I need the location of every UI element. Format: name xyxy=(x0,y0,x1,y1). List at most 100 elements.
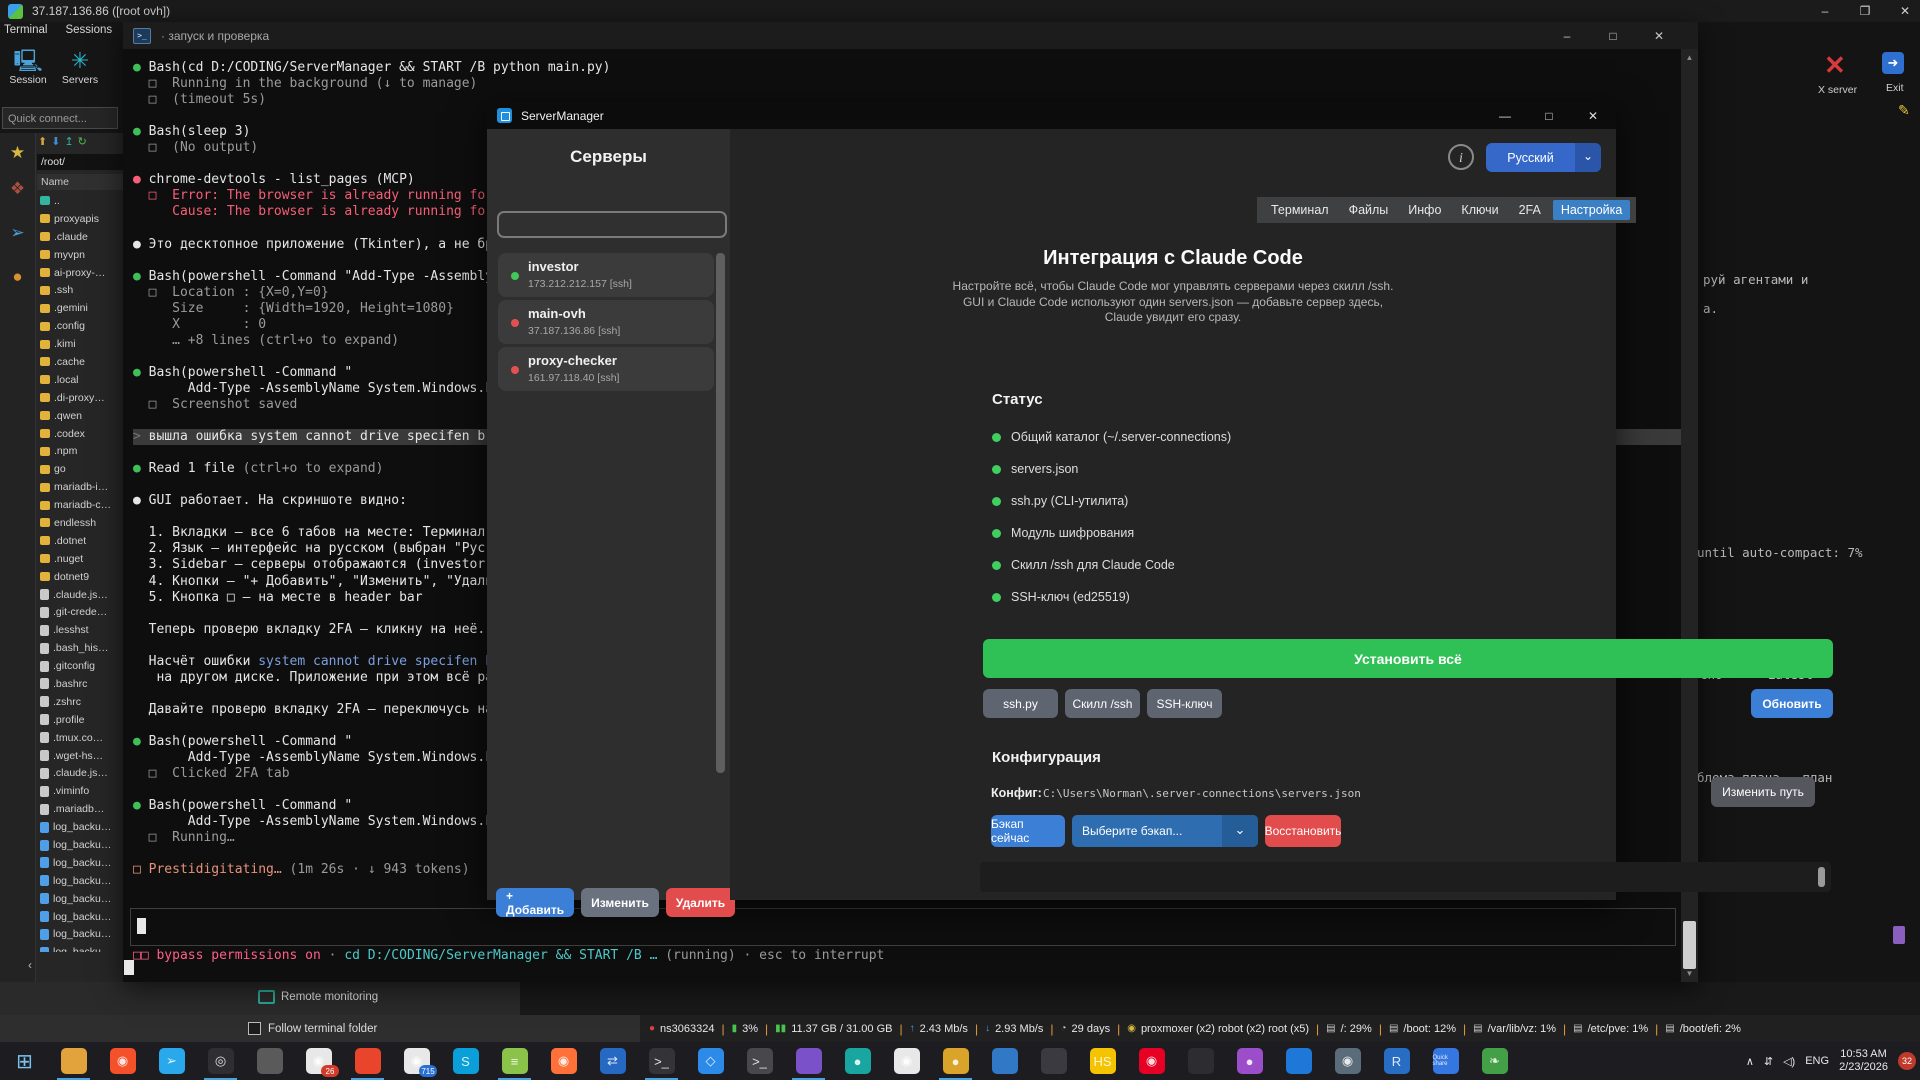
tab-2fa[interactable]: 2FA xyxy=(1511,200,1549,220)
file-row[interactable]: .bashrc xyxy=(37,675,123,693)
follow-terminal-folder-checkbox[interactable]: Follow terminal folder xyxy=(248,1022,377,1035)
scroll-down-icon[interactable]: ▼ xyxy=(1681,969,1698,978)
terminal-scrollbar[interactable]: ▲ ▼ xyxy=(1681,49,1698,982)
info-button[interactable]: i xyxy=(1448,144,1474,170)
server-item-main-ovh[interactable]: main-ovh 37.187.136.86 [ssh] xyxy=(498,300,714,344)
upload-icon[interactable]: ↥ xyxy=(64,135,73,148)
file-row[interactable]: .. xyxy=(37,192,123,210)
file-row[interactable]: .npm xyxy=(37,442,123,460)
file-row[interactable]: .codex xyxy=(37,425,123,443)
start-button[interactable]: ⊞ xyxy=(0,1042,49,1080)
toolbar-session-button[interactable]: 🖳 Session xyxy=(2,48,54,86)
servermanager-titlebar[interactable]: ServerManager — □ ✕ xyxy=(487,102,1616,129)
keyboard-language[interactable]: ENG xyxy=(1805,1055,1829,1067)
x-server-icon[interactable]: ✕ xyxy=(1824,50,1846,81)
scroll-up-icon[interactable]: ▲ xyxy=(1681,53,1698,62)
file-row[interactable]: .local xyxy=(37,371,123,389)
refresh-button[interactable]: Обновить xyxy=(1751,689,1833,718)
file-row[interactable]: .qwen xyxy=(37,407,123,425)
pin-app[interactable]: ◉ xyxy=(1127,1042,1176,1080)
file-row[interactable]: .claude xyxy=(37,228,123,246)
toolbar-servers-button[interactable]: ✳ Servers xyxy=(54,48,106,86)
mobaxterm-maximize-button[interactable]: ❐ xyxy=(1856,4,1874,18)
install-all-button[interactable]: Установить всё xyxy=(983,639,1833,678)
file-row[interactable]: .claude.js… xyxy=(37,765,123,783)
app-skyblue[interactable]: S xyxy=(441,1042,490,1080)
file-row[interactable]: .nuget xyxy=(37,550,123,568)
menu-sessions[interactable]: Sessions xyxy=(65,24,112,36)
r-studio[interactable]: R xyxy=(1372,1042,1421,1080)
exit-icon[interactable]: ➜ xyxy=(1882,52,1904,74)
tab-файлы[interactable]: Файлы xyxy=(1341,200,1397,220)
tool-icon[interactable]: ❖ xyxy=(0,179,35,199)
quick-connect-input[interactable]: Quick connect... xyxy=(2,107,118,129)
terminal-dark[interactable]: >_ xyxy=(637,1042,686,1080)
file-row[interactable]: log_backu… xyxy=(37,836,123,854)
file-row[interactable]: log_backu… xyxy=(37,943,123,952)
telegram[interactable]: ➢ xyxy=(147,1042,196,1080)
file-row[interactable]: dotnet9 xyxy=(37,568,123,586)
install-ssh------button[interactable]: SSH-ключ xyxy=(1147,689,1222,718)
restore-button[interactable]: Восстановить xyxy=(1265,815,1341,847)
edit-server-button[interactable]: Изменить xyxy=(581,888,659,917)
servermanager-close-button[interactable]: ✕ xyxy=(1584,109,1602,123)
install-ssh-py-button[interactable]: ssh.py xyxy=(983,689,1058,718)
pencil-icon[interactable]: ✎ xyxy=(1898,102,1910,119)
file-row[interactable]: myvpn xyxy=(37,246,123,264)
file-row[interactable]: .ssh xyxy=(37,281,123,299)
file-row[interactable]: .lesshst xyxy=(37,621,123,639)
quick-share[interactable]: Quick share xyxy=(1421,1042,1470,1080)
app-gold[interactable]: ● xyxy=(931,1042,980,1080)
folder-up-icon[interactable]: ⬆ xyxy=(38,135,47,148)
file-row[interactable]: .bash_his… xyxy=(37,639,123,657)
file-row[interactable]: .di-proxy… xyxy=(37,389,123,407)
cmd[interactable]: >_ xyxy=(735,1042,784,1080)
side-widget-icon[interactable] xyxy=(1893,926,1905,944)
checkbox-icon[interactable] xyxy=(248,1022,261,1035)
app-teal[interactable]: ● xyxy=(833,1042,882,1080)
terminal-minimize-button[interactable]: – xyxy=(1558,29,1576,43)
file-row[interactable]: .dotnet xyxy=(37,532,123,550)
tray-clock[interactable]: 10:53 AM 2/23/2026 xyxy=(1839,1048,1888,1074)
obs-studio[interactable]: ◎ xyxy=(196,1042,245,1080)
file-row[interactable]: endlessh xyxy=(37,514,123,532)
server-item-proxy-checker[interactable]: proxy-checker 161.97.118.40 [ssh] xyxy=(498,347,714,391)
backup-select-dropdown[interactable]: Выберите бэкап... ⌄ xyxy=(1072,815,1258,847)
app-purple[interactable] xyxy=(784,1042,833,1080)
firefox[interactable]: ◉ xyxy=(539,1042,588,1080)
terminal-titlebar[interactable]: >_ · запуск и проверка – □ ✕ xyxy=(123,22,1698,49)
tab-инфо[interactable]: Инфо xyxy=(1400,200,1449,220)
app-green[interactable]: ❧ xyxy=(1470,1042,1519,1080)
file-row[interactable]: .mariadb… xyxy=(37,800,123,818)
scrollbar-thumb[interactable] xyxy=(1683,921,1696,969)
app-blue[interactable] xyxy=(980,1042,1029,1080)
file-row[interactable]: log_backu… xyxy=(37,872,123,890)
star-icon[interactable]: ★ xyxy=(0,143,35,163)
sphere-icon[interactable]: ● xyxy=(0,267,35,287)
hs-app[interactable]: HS xyxy=(1078,1042,1127,1080)
file-row[interactable]: mariadb-c… xyxy=(37,496,123,514)
notification-badge[interactable]: 32 xyxy=(1898,1052,1916,1070)
add-server-button[interactable]: + Добавить xyxy=(496,888,575,917)
sidebar-scrollbar-thumb[interactable] xyxy=(716,253,725,773)
volume-icon[interactable]: ◁) xyxy=(1783,1055,1795,1068)
tab-ключи[interactable]: Ключи xyxy=(1453,200,1506,220)
tab-настройка[interactable]: Настройка xyxy=(1552,200,1631,220)
remote-monitoring[interactable]: Remote monitoring xyxy=(258,990,378,1004)
path-input[interactable]: /root/ xyxy=(37,154,125,170)
file-explorer[interactable] xyxy=(49,1042,98,1080)
tray-expand-icon[interactable]: ∧ xyxy=(1746,1055,1754,1068)
file-row[interactable]: log_backu… xyxy=(37,818,123,836)
app-red[interactable] xyxy=(343,1042,392,1080)
server-search-input[interactable] xyxy=(497,211,727,238)
chrome-2[interactable]: ◉ 715 xyxy=(392,1042,441,1080)
plane-icon[interactable]: ➢ xyxy=(0,223,35,243)
vscode[interactable]: ◇ xyxy=(686,1042,735,1080)
download-icon[interactable]: ⬇ xyxy=(51,135,60,148)
mobaxterm-close-button[interactable]: ✕ xyxy=(1896,4,1914,18)
camera-app[interactable]: ◉ xyxy=(1323,1042,1372,1080)
servermanager-maximize-button[interactable]: □ xyxy=(1540,109,1558,123)
file-row[interactable]: .kimi xyxy=(37,335,123,353)
teamviewer[interactable]: ⇄ xyxy=(588,1042,637,1080)
file-row[interactable]: proxyapis xyxy=(37,210,123,228)
